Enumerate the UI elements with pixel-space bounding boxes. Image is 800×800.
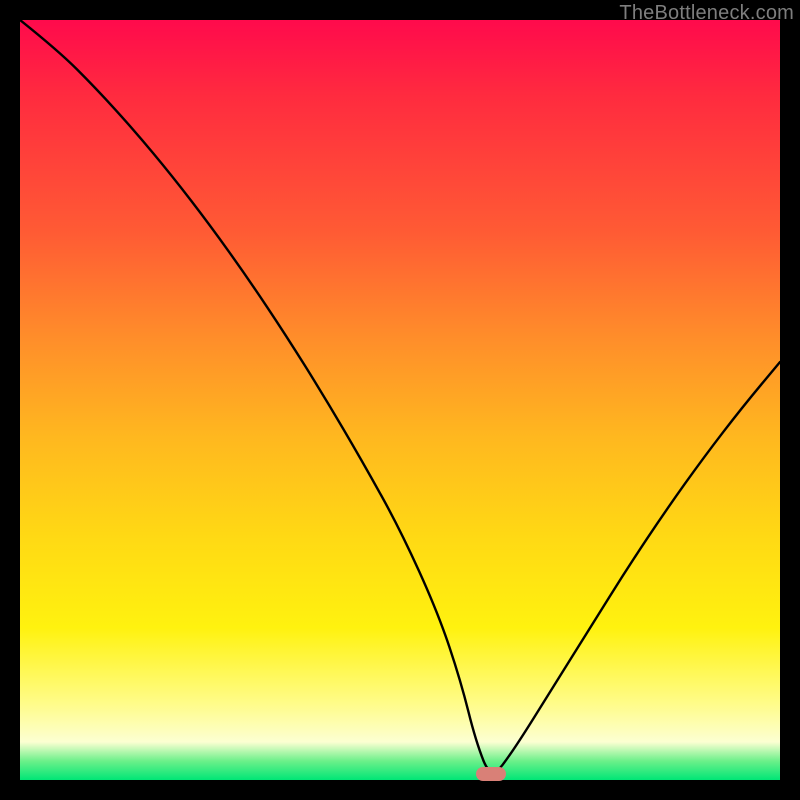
optimal-marker <box>476 767 506 781</box>
attribution-text: TheBottleneck.com <box>619 2 794 25</box>
plot-area <box>20 20 780 780</box>
bottleneck-curve <box>20 20 780 780</box>
chart-frame: TheBottleneck.com <box>0 0 800 800</box>
